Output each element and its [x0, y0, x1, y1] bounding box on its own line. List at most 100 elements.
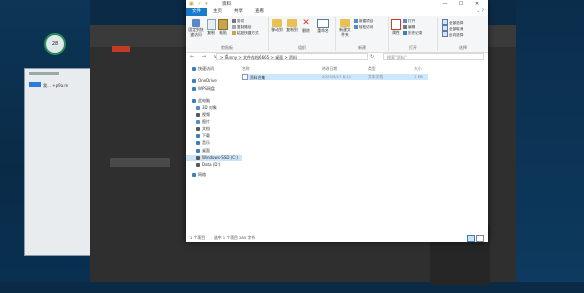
group-clipboard: 固定到快速访问 复制 粘贴 剪切 复制路径 粘贴快捷方式 剪贴板: [186, 17, 269, 51]
organize-group-label: 组织: [298, 45, 306, 50]
large-icons-view-icon[interactable]: [476, 235, 484, 242]
easy-access-label: 轻松访问: [359, 25, 374, 29]
column-type[interactable]: 类型: [368, 66, 376, 72]
invert-selection-icon: [442, 31, 448, 37]
search-input[interactable]: 搜索"资料": [383, 53, 484, 60]
nav-item[interactable]: 文档: [196, 126, 210, 132]
minimize-button[interactable]: —: [437, 0, 453, 8]
nav-item[interactable]: 音乐: [196, 140, 210, 146]
copy-label: 复制: [207, 30, 215, 35]
new-folder-label: 新建文件夹: [339, 27, 351, 37]
paste-icon: [218, 19, 228, 30]
view-buttons: [467, 235, 484, 242]
file-modified: 2023/9/17 8:11: [322, 74, 352, 79]
window-title: 资料: [222, 2, 231, 7]
clock-widget[interactable]: 28: [44, 33, 66, 55]
cut-button[interactable]: 剪切: [232, 19, 244, 24]
nav-item-icon: [196, 163, 200, 167]
rename-button[interactable]: 重命名: [314, 19, 332, 34]
column-name[interactable]: 名称: [242, 66, 250, 72]
cut-label: 剪切: [237, 19, 245, 23]
tab-view[interactable]: 查看: [249, 8, 270, 16]
background-list-item: [110, 113, 170, 122]
history-button[interactable]: 历史记录: [403, 31, 422, 36]
nav-item[interactable]: 网络: [192, 172, 206, 178]
nav-item-label: Windows-SSD (C:): [202, 155, 238, 160]
background-list-item: [110, 140, 170, 149]
close-button[interactable]: ✕: [469, 0, 485, 8]
nav-item[interactable]: 视频: [196, 112, 210, 118]
nav-item[interactable]: Data (D:): [196, 162, 220, 168]
background-window-button[interactable]: [29, 82, 41, 87]
ribbon-tabs: 文件 主页 共享 查看 ⌄ ?: [186, 8, 488, 16]
nav-item[interactable]: OneDrive: [192, 78, 217, 84]
nav-item-icon: [192, 67, 196, 71]
nav-item-label: 视频: [202, 112, 210, 117]
nav-item-icon: [196, 106, 200, 110]
edit-label: 编辑: [408, 25, 416, 29]
maximize-button[interactable]: ☐: [453, 0, 469, 8]
address-row: ← → ∨ ↑ > Sunny > 文件存档6665 > 桌面 > 资料 ↻ 搜…: [186, 53, 488, 61]
background-list-item: [110, 95, 170, 104]
new-item-icon: [354, 19, 358, 23]
copy-to-button[interactable]: 复制到: [285, 19, 299, 33]
properties-button[interactable]: 属性: [391, 19, 401, 36]
nav-item-icon: [196, 149, 200, 153]
paste-shortcut-button[interactable]: 粘贴快捷方式: [232, 31, 259, 36]
background-list-item: [110, 203, 170, 212]
tab-share[interactable]: 共享: [228, 8, 249, 16]
refresh-icon[interactable]: ↻: [370, 53, 374, 61]
group-select: 全部选择 全部取消 反向选择 选择: [438, 17, 488, 51]
column-modified[interactable]: 修改日期: [322, 66, 337, 72]
nav-item-label: WPS网盘: [198, 86, 215, 91]
open-label: 打开: [408, 19, 416, 23]
open-button[interactable]: 打开: [403, 19, 415, 24]
background-window[interactable]: 我… +p9a.m: [24, 68, 96, 256]
pin-button[interactable]: 固定到快速访问: [188, 19, 204, 37]
details-view-icon[interactable]: [467, 235, 475, 242]
nav-item[interactable]: Windows-SSD (C:): [186, 155, 242, 161]
tab-file[interactable]: 文件: [186, 8, 207, 16]
background-list-item: [110, 131, 170, 140]
navigation-pane: 快速访问 OneDrive WPS网盘此电脑 3D 对象 视频图片 文档 下载 音乐桌面 Win…: [186, 64, 242, 234]
copy-button[interactable]: 复制: [206, 19, 216, 36]
open-icon: [403, 19, 407, 23]
nav-item[interactable]: 桌面: [196, 148, 210, 154]
move-to-button[interactable]: 移动到: [270, 19, 284, 33]
paste-button[interactable]: 粘贴: [218, 19, 228, 36]
column-size[interactable]: 大小: [414, 66, 422, 72]
background-list-item: [110, 266, 170, 275]
nav-item-label: OneDrive: [198, 78, 217, 83]
pin-icon: [192, 19, 200, 27]
nav-item-icon: [196, 127, 200, 131]
nav-item-icon: [196, 141, 200, 145]
title-bar[interactable]: ▣ ✓ ▾ 资料 — ☐ ✕: [186, 0, 488, 8]
ribbon: 固定到快速访问 复制 粘贴 剪切 复制路径 粘贴快捷方式 剪贴板 移动到 复制到…: [186, 16, 488, 53]
easy-access-button[interactable]: 轻松访问: [354, 25, 373, 30]
help-icon[interactable]: ⌄ ?: [470, 8, 488, 16]
new-folder-button[interactable]: 新建文件夹: [338, 19, 352, 37]
tab-home[interactable]: 主页: [207, 8, 228, 16]
nav-item[interactable]: 快速访问: [192, 66, 214, 72]
invert-selection-button[interactable]: 反向选择: [442, 31, 463, 38]
file-list: 名称 修改日期 类型 大小 资料合集 2023/9/17 8:11 文本文档 1…: [242, 64, 486, 234]
copy-path-button[interactable]: 复制路径: [232, 25, 251, 30]
file-explorer-window[interactable]: ▣ ✓ ▾ 资料 — ☐ ✕ 文件 主页 共享 查看 ⌄ ? 固定到快速访问 复…: [186, 0, 488, 242]
address-bar[interactable]: > Sunny > 文件存档6665 > 桌面 > 资料: [216, 53, 368, 60]
new-item-button[interactable]: 新建项目: [354, 19, 373, 24]
status-bar: 1 个项目 选中 1 个项目 285 字节: [186, 234, 488, 242]
file-row[interactable]: 资料合集 2023/9/17 8:11 文本文档 1 KB: [242, 74, 428, 80]
delete-button[interactable]: ✕ 删除: [300, 19, 312, 34]
background-app-logo: [112, 46, 130, 52]
nav-item[interactable]: WPS网盘: [192, 86, 215, 92]
rename-icon: [317, 19, 329, 28]
quick-access-toolbar[interactable]: ▣ ✓ ▾: [189, 1, 209, 7]
background-list-item: [110, 248, 170, 257]
nav-item[interactable]: 图片: [196, 119, 210, 125]
nav-item[interactable]: 3D 对象: [196, 105, 217, 111]
nav-item[interactable]: 此电脑: [192, 98, 210, 104]
background-list-item: [110, 77, 170, 86]
nav-item[interactable]: 下载: [196, 133, 210, 139]
edit-button[interactable]: 编辑: [403, 25, 415, 30]
history-icon: [403, 31, 407, 35]
